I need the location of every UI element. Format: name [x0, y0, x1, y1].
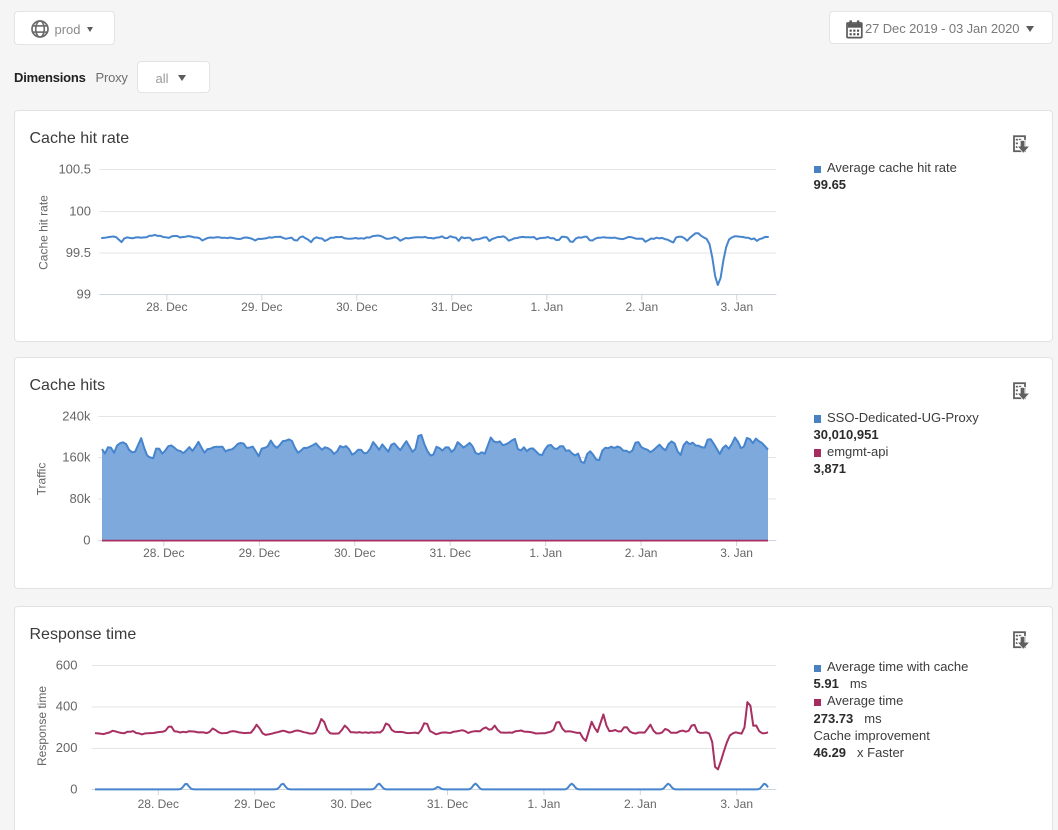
svg-text:Cache hit rate: Cache hit rate — [36, 194, 50, 269]
svg-text:1. Jan: 1. Jan — [527, 797, 560, 811]
svg-text:400: 400 — [55, 699, 77, 714]
svg-text:160k: 160k — [62, 450, 91, 465]
svg-text:1. Jan: 1. Jan — [530, 300, 563, 314]
svg-text:30. Dec: 30. Dec — [334, 546, 375, 560]
svg-text:28. Dec: 28. Dec — [143, 546, 184, 560]
svg-text:100.5: 100.5 — [58, 161, 91, 176]
svg-text:Response time: Response time — [35, 686, 49, 766]
svg-text:240k: 240k — [62, 409, 91, 424]
svg-text:100: 100 — [69, 203, 91, 218]
svg-text:2. Jan: 2. Jan — [625, 300, 658, 314]
svg-text:Traffic: Traffic — [34, 463, 48, 496]
svg-text:0: 0 — [83, 533, 90, 548]
svg-text:29. Dec: 29. Dec — [238, 546, 279, 560]
svg-text:80k: 80k — [69, 491, 90, 506]
svg-text:30. Dec: 30. Dec — [330, 797, 371, 811]
svg-text:30. Dec: 30. Dec — [336, 300, 377, 314]
svg-text:29. Dec: 29. Dec — [241, 300, 282, 314]
svg-text:31. Dec: 31. Dec — [431, 300, 472, 314]
svg-text:2. Jan: 2. Jan — [624, 546, 657, 560]
svg-text:99.5: 99.5 — [65, 245, 90, 260]
svg-text:29. Dec: 29. Dec — [234, 797, 275, 811]
svg-text:31. Dec: 31. Dec — [426, 797, 467, 811]
svg-text:99: 99 — [76, 286, 90, 301]
svg-text:31. Dec: 31. Dec — [429, 546, 470, 560]
svg-text:0: 0 — [70, 782, 77, 797]
svg-text:600: 600 — [55, 658, 77, 673]
svg-text:200: 200 — [55, 740, 77, 755]
svg-text:28. Dec: 28. Dec — [137, 797, 178, 811]
svg-text:3. Jan: 3. Jan — [720, 546, 753, 560]
svg-text:28. Dec: 28. Dec — [146, 300, 187, 314]
svg-text:3. Jan: 3. Jan — [720, 300, 753, 314]
svg-text:1. Jan: 1. Jan — [529, 546, 562, 560]
svg-text:2. Jan: 2. Jan — [623, 797, 656, 811]
svg-text:3. Jan: 3. Jan — [720, 797, 753, 811]
